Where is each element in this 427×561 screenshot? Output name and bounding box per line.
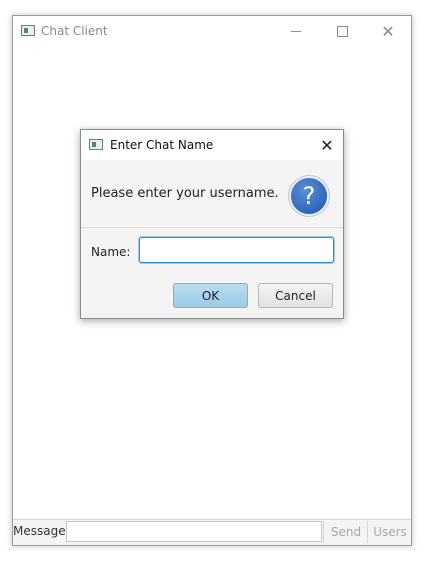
send-button[interactable]: Send (323, 521, 368, 543)
dialog-titlebar[interactable]: Enter Chat Name ✕ (81, 130, 343, 160)
dialog-close-button[interactable]: ✕ (311, 130, 343, 160)
dialog-app-icon (89, 139, 103, 150)
users-button[interactable]: Users (367, 521, 412, 543)
message-input[interactable] (66, 521, 322, 542)
minimize-button[interactable] (273, 16, 319, 47)
dialog-title: Enter Chat Name (110, 138, 214, 152)
cancel-button[interactable]: Cancel (258, 283, 333, 308)
enter-chat-name-dialog: Enter Chat Name ✕ Please enter your user… (80, 129, 344, 319)
dialog-header: Please enter your username. ? (81, 160, 343, 228)
question-icon: ? (289, 176, 329, 216)
close-button[interactable]: ✕ (365, 16, 411, 47)
message-label: Message: (13, 524, 70, 538)
app-icon (21, 25, 35, 36)
ok-button[interactable]: OK (173, 283, 248, 308)
dialog-message: Please enter your username. (91, 186, 279, 201)
username-input[interactable] (139, 237, 334, 263)
maximize-button[interactable] (319, 16, 365, 47)
window-title: Chat Client (41, 24, 108, 38)
message-bar: Message: Send Users (13, 519, 411, 545)
name-label: Name: (91, 245, 131, 259)
window-titlebar[interactable]: Chat Client ✕ (13, 16, 411, 48)
